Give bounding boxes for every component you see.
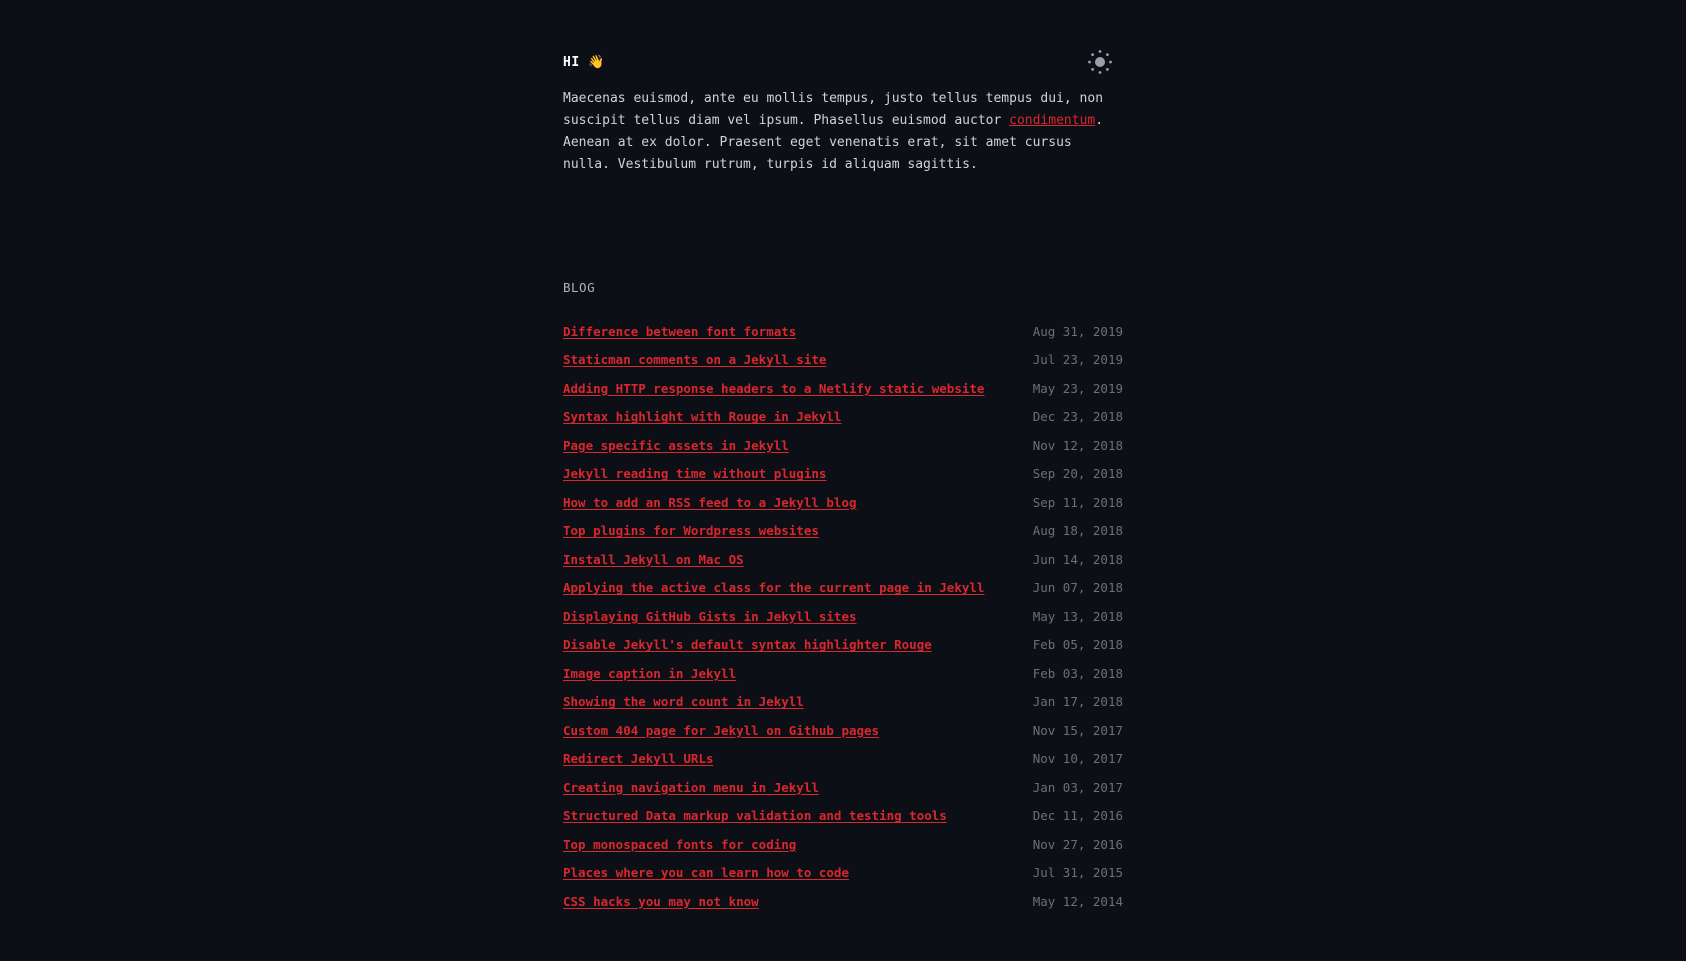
post-date: Jul 23, 2019 <box>1032 352 1123 368</box>
post-item: Adding HTTP response headers to a Netlif… <box>563 374 1123 403</box>
post-item: Custom 404 page for Jekyll on Github pag… <box>563 716 1123 745</box>
post-item: Image caption in Jekyll Feb 03, 2018 <box>563 659 1123 688</box>
post-link[interactable]: Difference between font formats <box>563 324 796 339</box>
post-date: Dec 23, 2018 <box>1032 409 1123 425</box>
post-date: May 13, 2018 <box>1032 608 1123 624</box>
post-date: May 12, 2014 <box>1032 893 1123 909</box>
post-item: Showing the word count in Jekyll Jan 17, … <box>563 688 1123 717</box>
post-date: Nov 10, 2017 <box>1032 751 1123 767</box>
post-item: Disable Jekyll's default syntax highligh… <box>563 631 1123 660</box>
post-link[interactable]: Staticman comments on a Jekyll site <box>563 352 826 367</box>
intro-link[interactable]: condimentum <box>1009 113 1095 128</box>
post-link[interactable]: Adding HTTP response headers to a Netlif… <box>563 381 984 396</box>
post-item: Page specific assets in Jekyll Nov 12, 20… <box>563 431 1123 460</box>
post-item: Redirect Jekyll URLs Nov 10, 2017 <box>563 745 1123 774</box>
post-link[interactable]: Image caption in Jekyll <box>563 666 736 681</box>
post-link[interactable]: Install Jekyll on Mac OS <box>563 552 744 567</box>
post-date: Dec 11, 2016 <box>1032 808 1123 824</box>
post-date: Jun 07, 2018 <box>1032 580 1123 596</box>
post-item: Syntax highlight with Rouge in Jekyll Dec… <box>563 403 1123 432</box>
page-container: HI 👋 Maecenas euismod, ante eu mollis te… <box>563 48 1123 932</box>
post-link[interactable]: Places where you can learn how to code <box>563 865 849 880</box>
post-date: Jan 17, 2018 <box>1032 694 1123 710</box>
post-link[interactable]: Page specific assets in Jekyll <box>563 438 789 453</box>
post-item: CSS hacks you may not know May 12, 2014 <box>563 887 1123 916</box>
intro-paragraph: Maecenas euismod, ante eu mollis tempus,… <box>563 88 1123 176</box>
post-date: Sep 20, 2018 <box>1032 466 1123 482</box>
post-link[interactable]: Top monospaced fonts for coding <box>563 837 796 852</box>
post-date: Sep 11, 2018 <box>1032 494 1123 510</box>
post-item: Applying the active class for the curren… <box>563 574 1123 603</box>
post-date: Nov 12, 2018 <box>1032 437 1123 453</box>
post-date: Jan 03, 2017 <box>1032 779 1123 795</box>
post-date: Nov 27, 2016 <box>1032 836 1123 852</box>
post-date: Feb 05, 2018 <box>1032 637 1123 653</box>
post-date: Feb 03, 2018 <box>1032 665 1123 681</box>
post-list: Difference between font formats Aug 31, 2… <box>563 317 1123 916</box>
post-date: Jun 14, 2018 <box>1032 551 1123 567</box>
post-date: Aug 18, 2018 <box>1032 523 1123 539</box>
post-link[interactable]: Creating navigation menu in Jekyll <box>563 780 819 795</box>
blog-heading: BLOG <box>563 280 596 295</box>
post-link[interactable]: Custom 404 page for Jekyll on Github pag… <box>563 723 879 738</box>
post-date: Jul 31, 2015 <box>1032 865 1123 881</box>
post-item: Install Jekyll on Mac OS Jun 14, 2018 <box>563 545 1123 574</box>
greeting: HI 👋 <box>563 54 605 70</box>
post-date: May 23, 2019 <box>1032 380 1123 396</box>
post-link[interactable]: Syntax highlight with Rouge in Jekyll <box>563 409 841 424</box>
post-item: Jekyll reading time without plugins Sep 2… <box>563 460 1123 489</box>
post-link[interactable]: How to add an RSS feed to a Jekyll blog <box>563 495 857 510</box>
post-item: Difference between font formats Aug 31, 2… <box>563 317 1123 346</box>
sun-icon <box>1088 50 1112 74</box>
post-link[interactable]: Displaying GitHub Gists in Jekyll sites <box>563 609 857 624</box>
header: HI 👋 <box>563 48 1123 76</box>
post-date: Aug 31, 2019 <box>1032 323 1123 339</box>
post-item: Places where you can learn how to code Ju… <box>563 859 1123 888</box>
post-item: Top monospaced fonts for coding Nov 27, 2… <box>563 830 1123 859</box>
post-link[interactable]: CSS hacks you may not know <box>563 894 759 909</box>
post-item: Creating navigation menu in Jekyll Jan 03… <box>563 773 1123 802</box>
post-link[interactable]: Structured Data markup validation and te… <box>563 808 947 823</box>
post-item: Structured Data markup validation and te… <box>563 802 1123 831</box>
post-date: Nov 15, 2017 <box>1032 722 1123 738</box>
post-item: How to add an RSS feed to a Jekyll blog S… <box>563 488 1123 517</box>
post-link[interactable]: Redirect Jekyll URLs <box>563 751 714 766</box>
post-item: Staticman comments on a Jekyll site Jul 2… <box>563 346 1123 375</box>
post-link[interactable]: Showing the word count in Jekyll <box>563 694 804 709</box>
post-link[interactable]: Applying the active class for the curren… <box>563 580 984 595</box>
post-item: Displaying GitHub Gists in Jekyll sites M… <box>563 602 1123 631</box>
post-link[interactable]: Disable Jekyll's default syntax highligh… <box>563 637 932 652</box>
post-item: Top plugins for Wordpress websites Aug 18… <box>563 517 1123 546</box>
theme-toggle-button[interactable] <box>1087 49 1113 75</box>
post-link[interactable]: Top plugins for Wordpress websites <box>563 523 819 538</box>
post-link[interactable]: Jekyll reading time without plugins <box>563 466 826 481</box>
